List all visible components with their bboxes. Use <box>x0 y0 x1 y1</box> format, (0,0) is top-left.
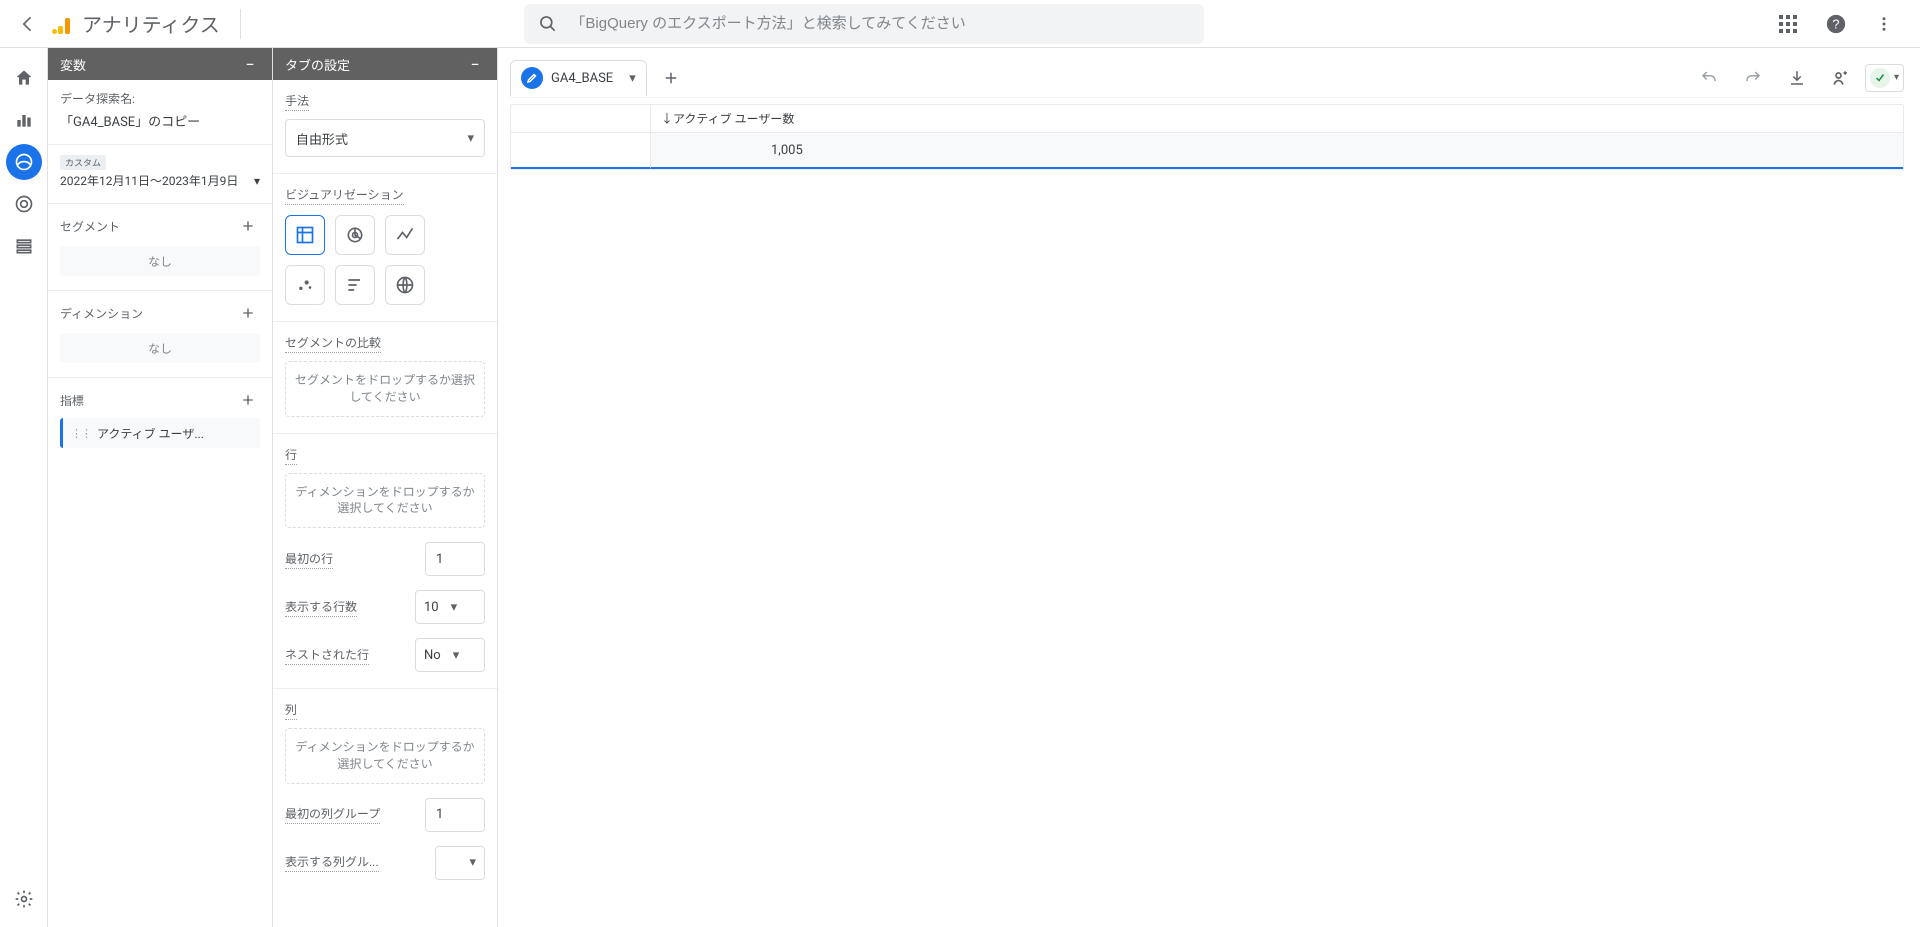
viz-bar-button[interactable] <box>335 265 375 305</box>
dimensions-empty: なし <box>60 333 260 363</box>
apps-icon[interactable] <box>1768 4 1808 44</box>
sample-status-button[interactable]: ▾ <box>1865 64 1904 92</box>
add-dimension-button[interactable] <box>236 301 260 325</box>
exploration-tab[interactable]: GA4_BASE ▾ <box>510 60 647 96</box>
caret-down-icon: ▾ <box>629 71 636 86</box>
dimensions-label: ディメンション <box>60 305 143 322</box>
result-table: ↓アクティブ ユーザー数 1,005 <box>510 104 1904 170</box>
drag-handle-icon: ⋮⋮ <box>71 427 91 440</box>
product-logo: アナリティクス <box>52 9 241 39</box>
nav-configure[interactable] <box>6 228 42 264</box>
show-col-groups-label: 表示する列グル... <box>285 853 379 872</box>
variables-panel-header: 変数 − <box>48 48 272 80</box>
metric-column-header[interactable]: ↓アクティブ ユーザー数 <box>651 105 1903 133</box>
variables-panel: 変数 − データ探索名: 「GA4_BASE」のコピー カスタム 2022年12… <box>48 48 273 927</box>
date-range-badge: カスタム <box>60 155 106 170</box>
help-icon[interactable]: ? <box>1816 4 1856 44</box>
viz-label: ビジュアリゼーション <box>285 186 404 205</box>
caret-down-icon: ▾ <box>469 855 476 870</box>
search-input[interactable] <box>570 15 1190 32</box>
add-segment-button[interactable] <box>236 214 260 238</box>
canvas-area: GA4_BASE ▾ <box>498 48 1920 927</box>
caret-down-icon: ▾ <box>254 174 260 188</box>
rows-label: 行 <box>285 446 297 465</box>
nav-explore[interactable] <box>6 144 42 180</box>
start-col-group-label: 最初の列グループ <box>285 805 380 824</box>
nested-rows-label: ネストされた行 <box>285 646 369 665</box>
segments-empty: なし <box>60 246 260 276</box>
exploration-name-label: データ探索名: <box>60 90 260 107</box>
exploration-name-value[interactable]: 「GA4_BASE」のコピー <box>60 111 260 130</box>
date-range-picker[interactable]: 2022年12月11日～2023年1月9日 ▾ <box>60 172 260 189</box>
nav-home[interactable] <box>6 60 42 96</box>
more-menu-icon[interactable] <box>1864 4 1904 44</box>
metric-chip-label: アクティブ ユーザ... <box>97 425 204 442</box>
caret-down-icon: ▾ <box>453 648 460 663</box>
add-tab-button[interactable] <box>653 60 689 96</box>
metric-chip-active-users[interactable]: ⋮⋮ アクティブ ユーザ... <box>60 418 260 448</box>
cols-dropzone[interactable]: ディメンションをドロップするか選択してください <box>285 728 485 784</box>
table-row-header <box>511 133 651 169</box>
ga-logo-icon <box>52 12 76 36</box>
viz-donut-button[interactable] <box>335 215 375 255</box>
share-button[interactable] <box>1821 58 1861 98</box>
svg-text:?: ? <box>1832 16 1839 31</box>
back-button[interactable] <box>8 4 48 44</box>
viz-geo-button[interactable] <box>385 265 425 305</box>
search-bar[interactable] <box>524 4 1204 44</box>
minimize-settings-button[interactable]: − <box>465 54 485 74</box>
settings-panel-header: タブの設定 − <box>273 48 497 80</box>
undo-button[interactable] <box>1689 58 1729 98</box>
edit-icon <box>521 67 543 89</box>
segment-compare-label: セグメントの比較 <box>285 334 381 353</box>
nav-admin[interactable] <box>6 881 42 917</box>
product-name: アナリティクス <box>82 9 220 38</box>
start-col-group-input[interactable]: 1 <box>425 798 485 832</box>
show-rows-select[interactable]: 10 ▾ <box>415 590 485 624</box>
viz-scatter-button[interactable] <box>285 265 325 305</box>
segments-label: セグメント <box>60 218 120 235</box>
metrics-label: 指標 <box>60 392 84 409</box>
table-corner <box>511 105 651 133</box>
nested-rows-select[interactable]: No ▾ <box>415 638 485 672</box>
cols-label: 列 <box>285 701 297 720</box>
check-icon <box>1870 68 1890 88</box>
add-metric-button[interactable] <box>236 388 260 412</box>
start-row-input[interactable]: 1 <box>425 542 485 576</box>
tab-settings-panel: タブの設定 − 手法 自由形式 ▾ ビジュアリゼーション <box>273 48 498 927</box>
viz-table-button[interactable] <box>285 215 325 255</box>
caret-down-icon: ▾ <box>467 131 474 146</box>
start-row-label: 最初の行 <box>285 550 333 569</box>
nav-reports[interactable] <box>6 102 42 138</box>
technique-label: 手法 <box>285 92 309 111</box>
download-button[interactable] <box>1777 58 1817 98</box>
show-col-groups-select[interactable]: ▾ <box>435 846 485 880</box>
settings-title: タブの設定 <box>285 55 350 74</box>
variables-title: 変数 <box>60 55 86 74</box>
redo-button[interactable] <box>1733 58 1773 98</box>
date-range-value: 2022年12月11日～2023年1月9日 <box>60 172 238 189</box>
caret-down-icon: ▾ <box>1894 72 1899 83</box>
nav-rail <box>0 48 48 927</box>
viz-line-button[interactable] <box>385 215 425 255</box>
nav-advertising[interactable] <box>6 186 42 222</box>
technique-select[interactable]: 自由形式 ▾ <box>285 119 485 157</box>
technique-value: 自由形式 <box>296 129 348 148</box>
caret-down-icon: ▾ <box>451 600 458 615</box>
metric-value-cell: 1,005 <box>651 133 1903 169</box>
segment-compare-dropzone[interactable]: セグメントをドロップするか選択してください <box>285 361 485 417</box>
minimize-variables-button[interactable]: − <box>240 54 260 74</box>
rows-dropzone[interactable]: ディメンションをドロップするか選択してください <box>285 473 485 529</box>
tab-label: GA4_BASE <box>551 71 613 86</box>
search-icon <box>538 14 558 34</box>
show-rows-label: 表示する行数 <box>285 598 357 617</box>
